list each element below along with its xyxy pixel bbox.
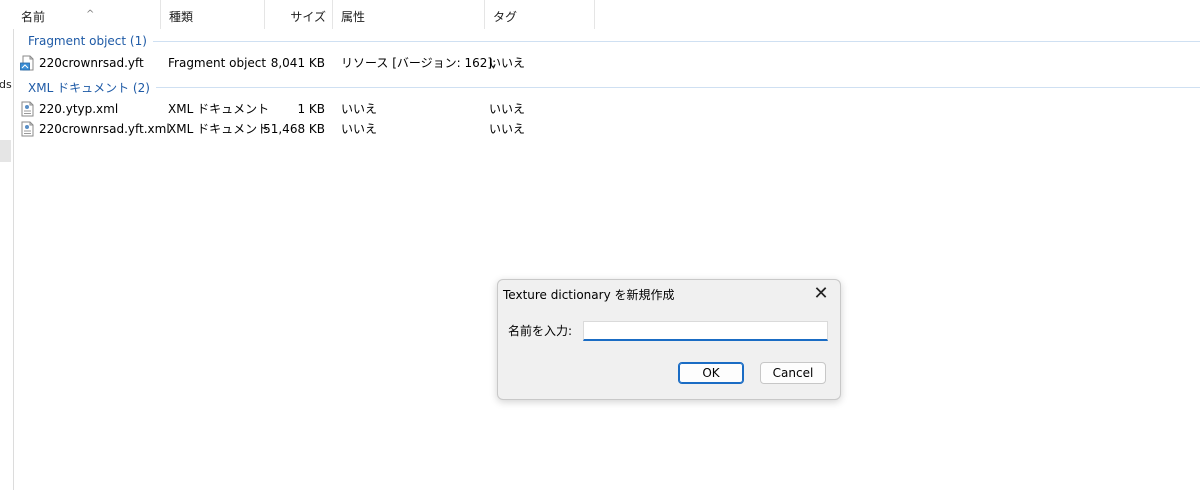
file-row[interactable]: 220.ytyp.xml XML ドキュメント 1 KB いいえ いいえ bbox=[13, 99, 533, 119]
file-name: 220crownrsad.yft bbox=[39, 56, 144, 70]
dialog-titlebar[interactable]: Texture dictionary を新規作成 ✕ bbox=[498, 280, 840, 308]
column-header-bar: 名前 ^ 種類 サイズ 属性 タグ bbox=[13, 0, 1200, 29]
file-type: XML ドキュメント bbox=[168, 102, 270, 116]
column-header-attr[interactable]: 属性 bbox=[333, 0, 485, 29]
new-texture-dictionary-dialog: Texture dictionary を新規作成 ✕ 名前を入力: OK Can… bbox=[497, 279, 841, 400]
group-divider bbox=[152, 40, 1200, 42]
file-attributes: いいえ bbox=[341, 102, 378, 116]
column-type-label: 種類 bbox=[169, 10, 194, 24]
column-header-size[interactable]: サイズ bbox=[265, 0, 333, 29]
group-label: Fragment object (1) bbox=[28, 34, 147, 48]
xml-file-icon bbox=[21, 101, 34, 117]
dialog-title: Texture dictionary を新規作成 bbox=[503, 288, 675, 302]
group-header-fragment-object[interactable]: Fragment object (1) bbox=[28, 33, 1200, 49]
file-attributes: リソース [バージョン: 162]; bbox=[341, 56, 497, 70]
file-tags: いいえ bbox=[489, 102, 526, 116]
cancel-button[interactable]: Cancel bbox=[760, 362, 826, 384]
xml-file-icon bbox=[21, 121, 34, 137]
nav-item-label[interactable]: ds bbox=[0, 78, 12, 91]
column-header-tag[interactable]: タグ bbox=[485, 0, 595, 29]
file-name: 220crownrsad.yft.xml bbox=[39, 122, 170, 136]
ok-button[interactable]: OK bbox=[678, 362, 744, 384]
column-header-name[interactable]: 名前 ^ bbox=[13, 0, 161, 29]
sort-ascending-icon: ^ bbox=[86, 9, 95, 20]
navigation-pane: ds bbox=[0, 0, 14, 490]
file-row[interactable]: 220crownrsad.yft.xml XML ドキュメント 51,468 K… bbox=[13, 119, 533, 139]
name-input[interactable] bbox=[583, 321, 828, 341]
close-icon[interactable]: ✕ bbox=[810, 283, 832, 305]
group-divider bbox=[155, 86, 1200, 88]
file-tags: いいえ bbox=[489, 56, 526, 70]
column-name-label: 名前 bbox=[21, 10, 46, 24]
file-size: 8,041 KB bbox=[270, 56, 325, 70]
file-size: 51,468 KB bbox=[263, 122, 325, 136]
file-type: XML ドキュメント bbox=[168, 122, 270, 136]
file-name: 220.ytyp.xml bbox=[39, 102, 119, 116]
file-tags: いいえ bbox=[489, 122, 526, 136]
column-tag-label: タグ bbox=[493, 10, 518, 24]
name-input-label: 名前を入力: bbox=[508, 324, 573, 338]
column-size-label: サイズ bbox=[290, 10, 326, 24]
file-row[interactable]: 220crownrsad.yft Fragment object 8,041 K… bbox=[13, 53, 533, 73]
group-header-xml-document[interactable]: XML ドキュメント (2) bbox=[28, 79, 1200, 95]
group-label: XML ドキュメント (2) bbox=[28, 80, 150, 95]
yft-file-icon bbox=[20, 55, 34, 71]
nav-selected-item[interactable] bbox=[0, 140, 11, 162]
column-attr-label: 属性 bbox=[341, 10, 366, 24]
column-header-type[interactable]: 種類 bbox=[161, 0, 265, 29]
file-type: Fragment object bbox=[168, 56, 267, 70]
file-attributes: いいえ bbox=[341, 122, 378, 136]
file-size: 1 KB bbox=[297, 102, 325, 116]
